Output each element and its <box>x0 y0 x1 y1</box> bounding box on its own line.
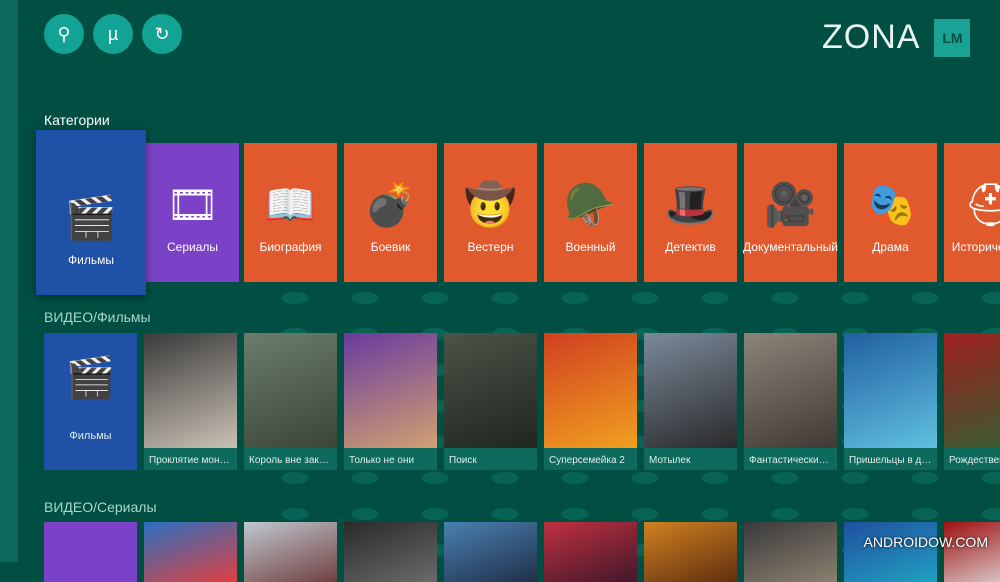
series-card[interactable] <box>244 522 337 582</box>
movie-card[interactable]: Мотылек <box>644 333 737 470</box>
movie-poster <box>144 333 237 448</box>
category-label: Драма <box>872 240 909 254</box>
series-card[interactable] <box>344 522 437 582</box>
torrent-button[interactable]: µ <box>93 14 133 54</box>
film-icon: 🎬 <box>65 356 116 400</box>
category-icon: 🎩 <box>664 181 717 228</box>
category-label: Фильмы <box>68 253 114 267</box>
category-icon: 🎥 <box>764 181 817 228</box>
refresh-button[interactable]: ↻ <box>142 14 182 54</box>
category-label: Детектив <box>665 240 716 254</box>
series-card[interactable] <box>144 522 237 582</box>
series-card[interactable] <box>644 522 737 582</box>
category-tile[interactable]: 🎩 Детектив <box>644 143 737 282</box>
movie-card[interactable]: Пришельцы в до... <box>844 333 937 470</box>
series-card[interactable] <box>844 522 937 582</box>
section-title-series: ВИДЕО/Сериалы <box>44 499 157 515</box>
series-card[interactable] <box>444 522 537 582</box>
movie-title: Король вне зако... <box>249 455 333 466</box>
series-card[interactable] <box>944 522 1000 582</box>
movie-card[interactable]: Фантастические... <box>744 333 837 470</box>
search-button[interactable]: ⚲ <box>44 14 84 54</box>
category-card-movies[interactable]: 🎬 Фильмы <box>44 333 137 470</box>
movie-card[interactable]: Только не они <box>344 333 437 470</box>
category-icon: 🎞 <box>165 181 220 228</box>
category-tile[interactable]: 🪖 Военный <box>544 143 637 282</box>
movie-title: Фантастические... <box>749 455 833 466</box>
category-tile[interactable]: 🤠 Вестерн <box>444 143 537 282</box>
series-card[interactable] <box>744 522 837 582</box>
torrent-icon: µ <box>107 23 119 44</box>
movie-poster <box>844 333 937 448</box>
movie-card[interactable]: Проклятие мона... <box>144 333 237 470</box>
series-poster <box>144 522 237 582</box>
category-card-label: Фильмы <box>69 430 112 442</box>
category-tile[interactable]: 💣 Боевик <box>344 143 437 282</box>
section-title-movies: ВИДЕО/Фильмы <box>44 309 151 325</box>
category-tile[interactable]: 🎭 Драма <box>844 143 937 282</box>
side-strip <box>0 0 18 562</box>
movie-title: Рождественск... <box>949 455 1000 466</box>
search-icon: ⚲ <box>57 23 71 44</box>
movie-title: Суперсемейка 2 <box>549 455 625 466</box>
series-poster <box>944 522 1000 582</box>
logo-mark: LM <box>934 18 971 57</box>
category-icon: 🪖 <box>564 181 617 228</box>
section-title-categories: Категории <box>44 112 110 128</box>
movie-title: Пришельцы в до... <box>849 455 936 466</box>
refresh-icon: ↻ <box>154 23 170 44</box>
category-tile[interactable]: 🎞 Сериалы <box>146 143 239 282</box>
series-poster <box>244 522 337 582</box>
category-label: Сериалы <box>166 240 219 254</box>
logo-text: ZONA <box>822 18 921 56</box>
movie-title: Мотылек <box>649 455 691 466</box>
app-logo: ZONA LM <box>822 18 971 57</box>
series-poster <box>844 522 937 582</box>
category-tile[interactable]: 📖 Биография <box>244 143 337 282</box>
movie-card[interactable]: Поиск <box>444 333 537 470</box>
category-label: Биография <box>259 240 322 254</box>
movie-poster <box>544 333 637 448</box>
category-icon: 🎭 <box>864 181 917 228</box>
category-card-series[interactable] <box>44 522 137 582</box>
series-poster <box>744 522 837 582</box>
movie-poster <box>444 333 537 448</box>
series-poster <box>344 522 437 582</box>
movie-poster <box>944 333 1000 448</box>
series-poster <box>544 522 637 582</box>
category-label: Исторический <box>951 240 1000 254</box>
category-icon: 📖 <box>264 181 317 228</box>
category-tile[interactable]: 🎥 Документальный <box>743 143 838 282</box>
category-label: Боевик <box>370 240 411 254</box>
category-label: Вестерн <box>467 240 514 254</box>
movie-card[interactable]: Рождественск... <box>944 333 1000 470</box>
movie-card[interactable]: Суперсемейка 2 <box>544 333 637 470</box>
category-icon: ⛑ <box>963 181 1000 228</box>
series-poster <box>444 522 537 582</box>
series-card[interactable] <box>544 522 637 582</box>
category-icon: 🤠 <box>464 181 517 228</box>
movie-title: Только не они <box>349 455 415 466</box>
category-tile[interactable]: ⛑ Исторический <box>944 143 1000 282</box>
watermark: ANDROIDOW.COM <box>863 534 988 550</box>
series-poster <box>644 522 737 582</box>
movie-title: Проклятие мона... <box>149 455 234 466</box>
movie-poster <box>744 333 837 448</box>
category-label: Документальный <box>743 240 838 254</box>
movie-poster <box>344 333 437 448</box>
category-icon: 💣 <box>364 181 417 228</box>
movie-poster <box>644 333 737 448</box>
movie-poster <box>244 333 337 448</box>
category-icon: 🎬 <box>64 194 118 241</box>
movie-title: Поиск <box>449 455 477 466</box>
category-tile[interactable]: 🎬 Фильмы <box>36 130 146 295</box>
movie-card[interactable]: Король вне зако... <box>244 333 337 470</box>
category-label: Военный <box>565 240 616 254</box>
